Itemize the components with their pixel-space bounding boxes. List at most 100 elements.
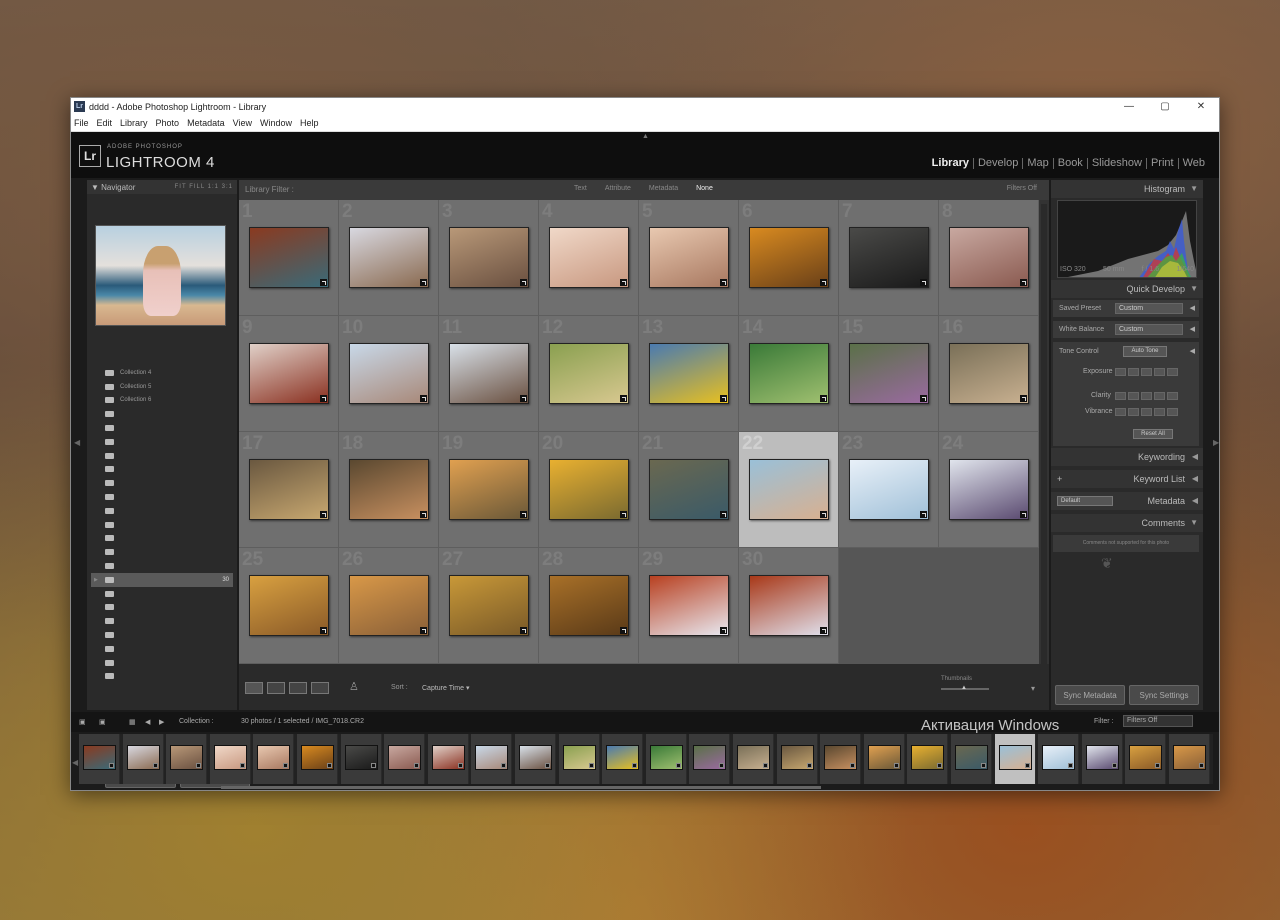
edited-badge-icon[interactable] <box>420 279 427 286</box>
grid-cell[interactable]: 2 <box>339 200 439 316</box>
edited-badge-icon[interactable] <box>520 279 527 286</box>
module-print[interactable]: Print <box>1145 158 1178 169</box>
filmstrip-cell[interactable] <box>951 734 992 784</box>
add-keyword-icon[interactable]: + <box>1057 470 1062 488</box>
collection-item[interactable] <box>91 421 233 435</box>
grid-cell[interactable]: 13 <box>639 316 739 432</box>
toolbar-menu-icon[interactable]: ▾ <box>1031 684 1035 693</box>
sort-dropdown[interactable]: Capture Time ▾ <box>422 684 470 692</box>
grid-cell[interactable]: 15 <box>839 316 939 432</box>
menu-view[interactable]: View <box>229 118 256 128</box>
grid-cell[interactable]: 1 <box>239 200 339 316</box>
edited-badge-icon[interactable] <box>920 395 927 402</box>
menu-edit[interactable]: Edit <box>93 118 117 128</box>
thumbnail-size-slider[interactable]: Thumbnails ▲ <box>941 676 989 691</box>
filmstrip-cell[interactable] <box>253 734 295 784</box>
menu-window[interactable]: Window <box>256 118 296 128</box>
filmstrip-cell[interactable] <box>79 734 120 784</box>
photo-thumbnail[interactable] <box>249 575 329 636</box>
photo-thumbnail[interactable] <box>849 459 929 520</box>
edited-badge-icon[interactable] <box>920 511 927 518</box>
edited-badge-icon[interactable] <box>320 511 327 518</box>
filmstrip-cell[interactable] <box>166 734 208 784</box>
comments-header[interactable]: Comments ▼ <box>1051 514 1203 532</box>
filmstrip-cell[interactable] <box>515 734 556 784</box>
filmstrip-cell[interactable] <box>994 734 1036 784</box>
reset-all-button[interactable]: Reset All <box>1133 429 1173 439</box>
minimize-button[interactable]: — <box>1111 98 1147 115</box>
filmstrip-info[interactable]: 30 photos / 1 selected / IMG_7018.CR2 <box>241 718 364 725</box>
loupe-view-button[interactable] <box>267 682 285 694</box>
photo-thumbnail[interactable] <box>549 459 629 520</box>
photo-thumbnail[interactable] <box>849 227 929 288</box>
main-window-icon[interactable]: ▣ <box>79 718 86 726</box>
photo-thumbnail[interactable] <box>749 575 829 636</box>
grid-cell[interactable]: 4 <box>539 200 639 316</box>
collection-item[interactable] <box>91 407 233 421</box>
photo-thumbnail[interactable] <box>649 227 729 288</box>
edited-badge-icon[interactable] <box>1020 511 1027 518</box>
collection-item[interactable] <box>91 532 233 546</box>
filmstrip-cell[interactable] <box>1125 734 1167 784</box>
collection-item[interactable] <box>91 449 233 463</box>
metadata-header[interactable]: Default Metadata ◀ <box>1051 492 1203 510</box>
forward-arrow-icon[interactable]: ▶ <box>159 718 164 726</box>
filmstrip-cell[interactable] <box>297 734 338 784</box>
second-window-icon[interactable]: ▣ <box>99 718 106 726</box>
module-library[interactable]: Library <box>928 158 973 169</box>
edited-badge-icon[interactable] <box>720 279 727 286</box>
edited-badge-icon[interactable] <box>720 627 727 634</box>
edited-badge-icon[interactable] <box>820 627 827 634</box>
collection-item[interactable]: Collection 5 <box>91 380 233 394</box>
photo-thumbnail[interactable] <box>449 343 529 404</box>
edited-badge-icon[interactable] <box>820 511 827 518</box>
edited-badge-icon[interactable] <box>620 279 627 286</box>
sync-metadata-button[interactable]: Sync Metadata <box>1055 685 1125 705</box>
photo-thumbnail[interactable] <box>249 459 329 520</box>
photo-thumbnail[interactable] <box>949 459 1029 520</box>
grid-cell[interactable]: 3 <box>439 200 539 316</box>
edited-badge-icon[interactable] <box>620 627 627 634</box>
module-map[interactable]: Map <box>1022 158 1052 169</box>
photo-thumbnail[interactable] <box>349 459 429 520</box>
exposure-stepper[interactable] <box>1115 368 1178 376</box>
clarity-stepper[interactable] <box>1115 392 1178 400</box>
photo-thumbnail[interactable] <box>549 227 629 288</box>
source-label[interactable]: Collection : <box>179 718 214 725</box>
keywording-header[interactable]: Keywording ◀ <box>1051 448 1203 466</box>
filmstrip-cell[interactable] <box>1169 734 1210 784</box>
collection-item[interactable] <box>91 642 233 656</box>
photo-thumbnail[interactable] <box>549 343 629 404</box>
grid-cell[interactable]: 30 <box>739 548 839 664</box>
filmstrip-cell[interactable] <box>122 734 164 784</box>
filmstrip-left-icon[interactable]: ◀ <box>72 758 78 767</box>
grid-cell[interactable]: 29 <box>639 548 739 664</box>
module-web[interactable]: Web <box>1177 158 1209 169</box>
grid-cell[interactable]: 8 <box>939 200 1039 316</box>
compare-view-button[interactable] <box>289 682 307 694</box>
filter-none[interactable]: None <box>696 185 713 192</box>
metadata-preset-dropdown[interactable]: Default <box>1057 496 1113 506</box>
filmstrip-cell[interactable] <box>820 734 862 784</box>
close-button[interactable]: ✕ <box>1183 98 1219 115</box>
collection-item[interactable] <box>91 504 233 518</box>
filmstrip-cell[interactable] <box>1081 734 1123 784</box>
back-arrow-icon[interactable]: ◀ <box>145 718 150 726</box>
photo-thumbnail[interactable] <box>649 343 729 404</box>
photo-thumbnail[interactable] <box>349 227 429 288</box>
edited-badge-icon[interactable] <box>520 395 527 402</box>
photo-thumbnail[interactable] <box>349 575 429 636</box>
navigator-preview[interactable] <box>95 225 226 326</box>
collection-item[interactable] <box>91 545 233 559</box>
collection-item[interactable]: ▶ 30 <box>91 572 233 587</box>
white-balance-dropdown[interactable]: Custom <box>1115 324 1183 335</box>
vibrance-stepper[interactable] <box>1115 408 1178 416</box>
menu-help[interactable]: Help <box>296 118 323 128</box>
sync-settings-button[interactable]: Sync Settings <box>1129 685 1199 705</box>
grid-scrollbar[interactable] <box>1039 200 1049 664</box>
edited-badge-icon[interactable] <box>420 627 427 634</box>
grid-cell[interactable]: 9 <box>239 316 339 432</box>
collection-item[interactable] <box>91 587 233 601</box>
collection-item[interactable] <box>91 628 233 642</box>
grid-cell[interactable]: 24 <box>939 432 1039 548</box>
